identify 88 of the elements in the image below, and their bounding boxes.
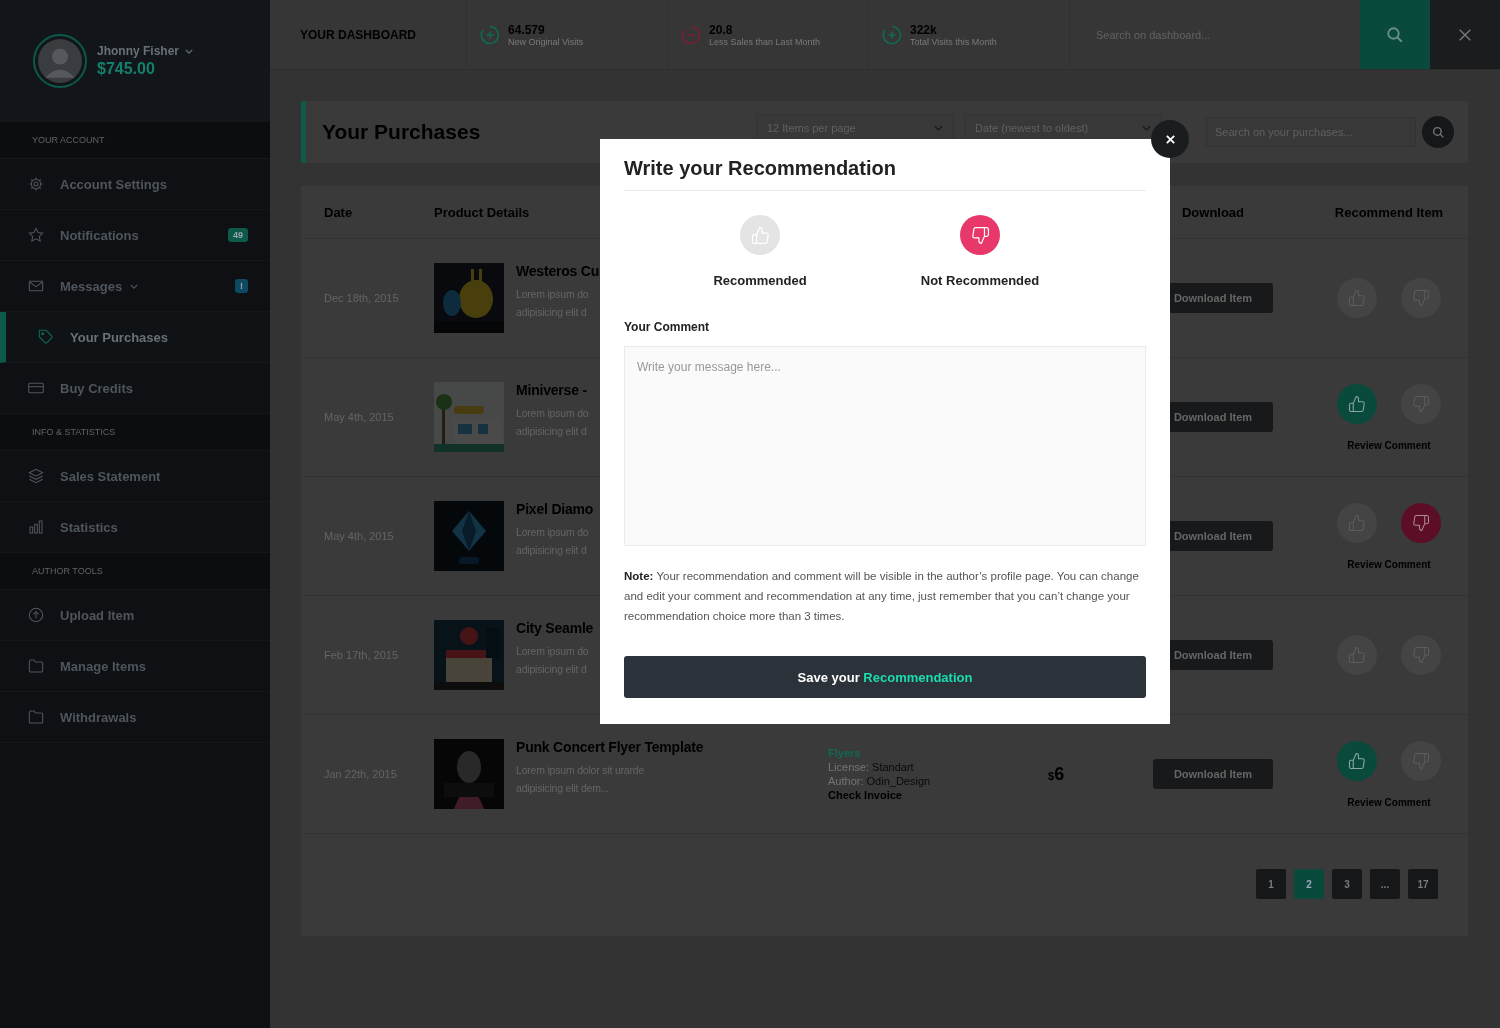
thumbs-up-icon xyxy=(1348,394,1366,413)
invoice-link[interactable]: Check Invoice xyxy=(828,789,1048,801)
sidebar-item[interactable]: Your Purchases xyxy=(0,312,270,363)
sidebar-item[interactable]: Notifications 49 xyxy=(0,210,270,261)
comment-field[interactable]: Write your message here... xyxy=(624,346,1146,546)
thumbs-down-icon xyxy=(1412,289,1430,307)
chevron-down-icon xyxy=(1142,125,1151,131)
product-title[interactable]: City Seamle xyxy=(516,620,594,636)
note-text: Note: Your recommendation and comment will be visible in the author’s profile page. You can change and edit your comment and recommendation at any time, just remember that you can’t change your recommendation choice more than 3 times. xyxy=(624,569,1140,624)
stat-label: New Original Visits xyxy=(508,36,584,47)
page-button[interactable]: 3 xyxy=(1332,869,1362,899)
thumbs-down-button[interactable] xyxy=(1401,740,1441,781)
product-title[interactable]: Punk Concert Flyer Template xyxy=(516,739,704,755)
user-name[interactable]: Jhonny Fisher xyxy=(97,44,179,58)
page-button[interactable]: 1 xyxy=(1256,869,1286,899)
chevron-down-icon[interactable] xyxy=(185,48,193,54)
thumbs-up-icon xyxy=(1348,751,1366,770)
star-icon xyxy=(28,227,44,243)
thumbs-down-icon xyxy=(1412,751,1430,770)
product-title[interactable]: Pixel Diamo xyxy=(516,501,594,517)
review-comment-link[interactable]: Review Comment xyxy=(1347,439,1431,451)
credit-card-icon xyxy=(28,380,44,396)
thumbs-up-icon xyxy=(1348,289,1366,307)
avatar[interactable] xyxy=(33,34,87,88)
section-heading: YOUR ACCOUNT xyxy=(32,135,105,145)
thumbs-down-button[interactable] xyxy=(1401,502,1441,543)
thumbs-down-icon xyxy=(1412,646,1430,664)
section-heading: INFO & STATISTICS xyxy=(32,427,116,437)
thumbs-up-icon xyxy=(750,225,770,245)
count-badge: 49 xyxy=(228,228,248,242)
close-icon xyxy=(1164,133,1176,145)
stat-label: Less Sales than Last Month xyxy=(709,36,821,47)
section-heading: AUTHOR TOOLS xyxy=(32,566,103,576)
field-label: Your Comment xyxy=(624,320,711,334)
thumbs-down-button[interactable] xyxy=(1401,278,1441,318)
folder-icon xyxy=(28,709,44,725)
gear-icon xyxy=(28,176,44,192)
sidebar-item[interactable]: Upload Item xyxy=(0,590,270,641)
page-button[interactable]: ... xyxy=(1370,869,1400,899)
layers-icon xyxy=(28,468,44,484)
upload-icon xyxy=(28,607,44,623)
option-label: Recommended xyxy=(713,273,807,288)
column-header: Product Details xyxy=(434,204,531,220)
thumbs-up-button[interactable] xyxy=(1337,502,1377,543)
sidebar-item[interactable]: Manage Items xyxy=(0,641,270,692)
sidebar-item[interactable]: Account Settings xyxy=(0,159,270,210)
page-title: Your Purchases xyxy=(322,120,481,144)
thumbs-down-icon xyxy=(970,225,990,245)
envelope-icon xyxy=(28,278,44,294)
product-title[interactable]: Westeros Cu xyxy=(516,263,600,279)
page-button[interactable]: 2 xyxy=(1294,869,1324,899)
account-balance: $745.00 xyxy=(97,60,156,78)
thumbs-up-button[interactable] xyxy=(1337,278,1377,318)
thumbs-up-button[interactable] xyxy=(740,215,780,255)
download-button[interactable]: Download Item xyxy=(1153,759,1273,789)
column-header: Recommend Item xyxy=(1333,204,1445,220)
thumbs-down-button[interactable] xyxy=(960,215,1000,255)
sidebar-item[interactable]: Sales Statement xyxy=(0,451,270,502)
page-button[interactable]: 17 xyxy=(1408,869,1438,899)
thumbs-down-icon xyxy=(1412,394,1430,413)
thumbs-down-button[interactable] xyxy=(1401,383,1441,424)
column-header: Download xyxy=(1180,204,1246,220)
dialog-title: Write your Recommendation xyxy=(624,157,1146,191)
thumbs-down-button[interactable] xyxy=(1401,635,1441,675)
column-header: Date xyxy=(324,204,354,220)
tag-icon xyxy=(38,329,54,345)
thumbs-up-button[interactable] xyxy=(1337,635,1377,675)
thumbs-up-icon xyxy=(1348,646,1366,664)
stat-label: Total Visits this Month xyxy=(910,36,997,47)
price: $6 xyxy=(1048,763,1065,784)
count-badge: ! xyxy=(235,279,248,293)
bar-chart-icon xyxy=(28,519,44,535)
thumbs-down-icon xyxy=(1412,513,1430,532)
thumbs-up-icon xyxy=(1348,513,1366,532)
review-comment-link[interactable]: Review Comment xyxy=(1347,796,1431,808)
sidebar-item[interactable]: Withdrawals xyxy=(0,692,270,743)
search-icon xyxy=(1431,125,1445,139)
search-icon xyxy=(1386,25,1404,44)
option-label: Not Recommended xyxy=(920,273,1040,288)
thumbs-up-button[interactable] xyxy=(1337,740,1377,781)
chevron-down-icon xyxy=(934,125,943,131)
thumbs-up-button[interactable] xyxy=(1337,383,1377,424)
review-comment-link[interactable]: Review Comment xyxy=(1347,558,1431,570)
save-button[interactable]: Save your Recommendation xyxy=(624,656,1146,698)
product-title[interactable]: Miniverse - xyxy=(516,382,589,398)
close-icon xyxy=(1457,26,1473,43)
folder-icon xyxy=(28,658,44,674)
search-button[interactable] xyxy=(1422,116,1454,148)
